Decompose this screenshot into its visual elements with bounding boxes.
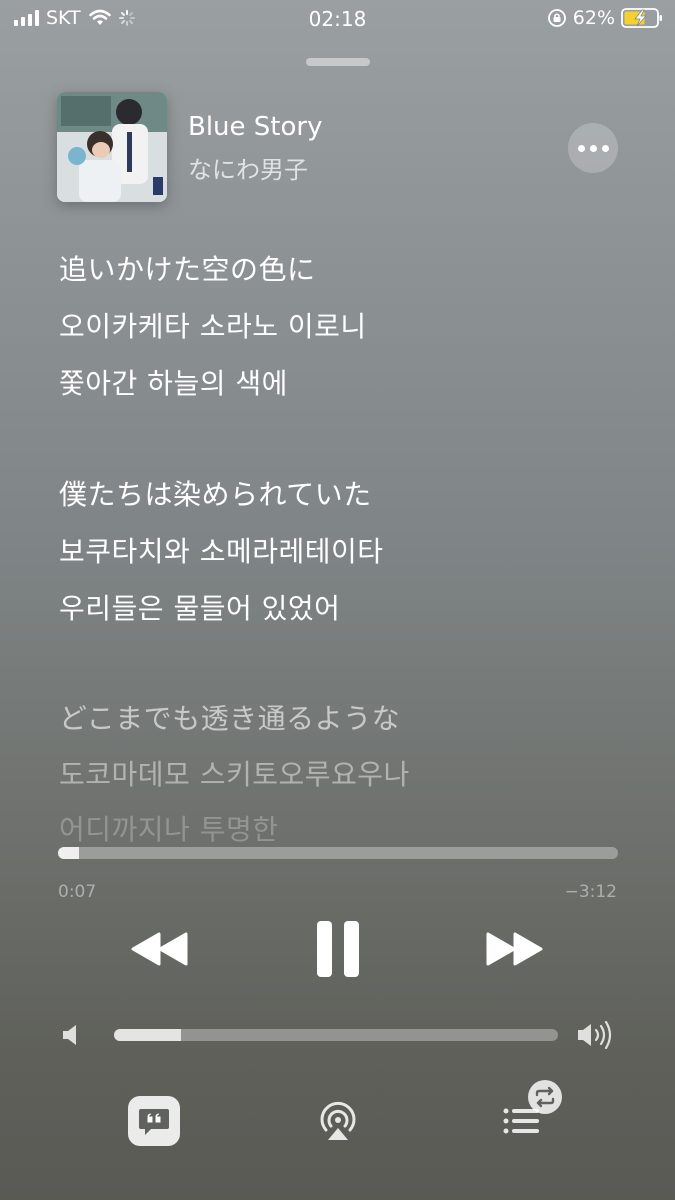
track-artist[interactable]: なにわ男子 xyxy=(188,150,308,185)
lyric-line[interactable]: 僕たちは染められていた xyxy=(59,473,372,513)
status-bar: SKT 02:18 62% xyxy=(0,0,675,40)
pause-button[interactable] xyxy=(298,912,378,986)
lyrics-button[interactable] xyxy=(128,1096,180,1146)
fast-forward-button[interactable] xyxy=(474,918,554,980)
lyric-line[interactable]: 어디까지나 투명한 xyxy=(59,808,278,848)
lyric-line[interactable]: どこまでも透き通るような xyxy=(59,697,400,737)
status-right: 62% xyxy=(547,7,663,29)
queue-button[interactable] xyxy=(494,1080,566,1146)
volume-slider[interactable] xyxy=(114,1029,558,1041)
lyric-line[interactable]: 보쿠타치와 소메라레테이타 xyxy=(59,530,384,570)
volume-level-fill xyxy=(114,1029,181,1041)
fast-forward-icon xyxy=(486,932,543,966)
queue-list-icon xyxy=(503,1080,562,1134)
album-artwork xyxy=(57,92,167,202)
ellipsis-icon xyxy=(577,144,609,152)
battery-charging-icon xyxy=(621,8,662,28)
orientation-lock-icon xyxy=(547,9,566,27)
lyric-line[interactable]: 追いかけた空の色に xyxy=(59,248,316,288)
track-title: Blue Story xyxy=(188,112,323,142)
volume-min-icon xyxy=(58,1022,82,1048)
lyric-line[interactable]: 쫓아간 하늘의 색에 xyxy=(59,362,288,402)
playback-scrubber[interactable] xyxy=(58,847,618,859)
airplay-audio-icon xyxy=(320,1101,356,1140)
lyric-line[interactable]: 도코마데모 스키토오루요우나 xyxy=(59,753,410,793)
playback-progress-fill xyxy=(58,847,79,859)
elapsed-time: 0:07 xyxy=(58,882,97,902)
rewind-icon xyxy=(131,932,188,966)
rewind-button[interactable] xyxy=(120,918,200,980)
lyric-line[interactable]: 오이카케타 소라노 이로니 xyxy=(59,305,367,345)
volume-max-icon xyxy=(574,1020,616,1050)
airplay-button[interactable] xyxy=(312,1096,364,1146)
remaining-time: −3:12 xyxy=(564,882,617,902)
battery-percent: 62% xyxy=(572,7,615,29)
lyric-line[interactable]: 우리들은 물들어 있었어 xyxy=(59,587,340,627)
sheet-grabber[interactable] xyxy=(306,58,370,66)
more-options-button[interactable] xyxy=(568,123,618,173)
pause-icon xyxy=(317,921,359,977)
lyrics-quote-icon xyxy=(139,1109,169,1135)
